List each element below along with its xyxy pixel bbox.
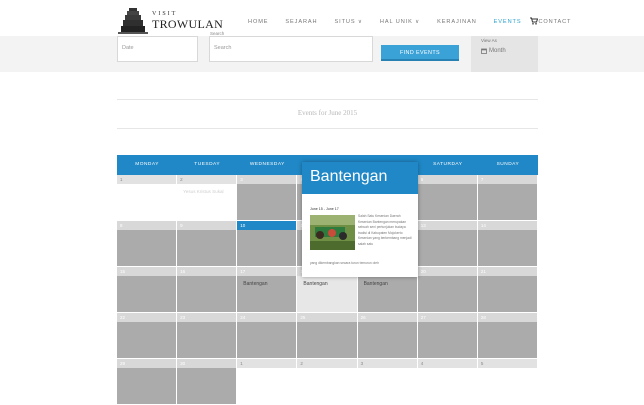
event-link[interactable]: Bantengan bbox=[303, 281, 327, 287]
calendar-day-cell[interactable]: 25 bbox=[297, 313, 357, 358]
calendar-day-cell[interactable]: 24 bbox=[237, 313, 297, 358]
calendar-day-cell[interactable]: 10 bbox=[237, 221, 297, 266]
event-link[interactable]: Bantengan bbox=[364, 281, 388, 287]
calendar-day-cell[interactable]: 29 bbox=[117, 359, 177, 404]
weekday-label: WEDNESDAY bbox=[249, 162, 285, 167]
day-number: 17 bbox=[237, 267, 297, 276]
day-number: 20 bbox=[417, 267, 477, 276]
day-number: 10 bbox=[237, 221, 297, 230]
cart-icon[interactable] bbox=[530, 17, 538, 25]
event-search-bar: Date Search Search FIND EVENTS View As M… bbox=[0, 31, 644, 72]
nav-home[interactable]: HOME bbox=[248, 19, 268, 25]
day-number: 25 bbox=[297, 313, 357, 322]
calendar-icon bbox=[481, 48, 487, 54]
day-number: 3 bbox=[357, 359, 417, 368]
day-number: 30 bbox=[177, 359, 237, 368]
calendar-day-cell[interactable]: 17 Bantengan bbox=[237, 267, 297, 312]
calendar-day-cell[interactable]: 6 bbox=[417, 175, 477, 220]
calendar-day-cell[interactable]: 3 bbox=[237, 175, 297, 220]
calendar-day-cell[interactable]: 21 bbox=[477, 267, 537, 312]
calendar-day-cell[interactable]: 4 bbox=[417, 359, 477, 404]
calendar-day-cell[interactable]: 23 bbox=[177, 313, 237, 358]
tooltip-description: Salah Satu Kesenian Daerah Kesenian Bant… bbox=[358, 214, 412, 246]
tooltip-description-cont: yang dikembangkan secara turun temurun o… bbox=[310, 261, 379, 265]
day-number: 14 bbox=[477, 221, 537, 230]
calendar-day-cell[interactable]: 16 bbox=[177, 267, 237, 312]
date-input[interactable]: Date bbox=[117, 36, 198, 62]
calendar-day-cell[interactable]: 20 bbox=[417, 267, 477, 312]
weekday-label: SATURDAY bbox=[433, 162, 463, 167]
day-number: 7 bbox=[477, 175, 537, 184]
day-number: 29 bbox=[117, 359, 177, 368]
day-number: 22 bbox=[117, 313, 177, 322]
day-number: 2 bbox=[297, 359, 357, 368]
tooltip-title: Bantengan bbox=[302, 162, 418, 194]
temple-logo-icon bbox=[118, 8, 148, 34]
calendar-day-cell[interactable]: 3 bbox=[357, 359, 417, 404]
event-link[interactable]: Yesus Kristus Sukal bbox=[183, 189, 223, 194]
day-number: 23 bbox=[177, 313, 237, 322]
view-as-label: View As bbox=[481, 38, 497, 43]
calendar-day-cell[interactable]: 26 bbox=[357, 313, 417, 358]
calendar-day-cell[interactable]: 9 bbox=[177, 221, 237, 266]
event-thumbnail-image bbox=[310, 215, 355, 250]
calendar-day-cell[interactable]: 30 bbox=[177, 359, 237, 404]
weekday-label: MONDAY bbox=[135, 162, 159, 167]
nav-kerajinan[interactable]: KERAJINAN bbox=[437, 19, 477, 25]
day-number: 15 bbox=[117, 267, 177, 276]
day-number: 5 bbox=[477, 359, 537, 368]
weekday-label: SUNDAY bbox=[496, 162, 520, 167]
search-input[interactable]: Search bbox=[209, 36, 373, 62]
view-as-selector[interactable]: View As Month bbox=[471, 36, 538, 72]
nav-contact[interactable]: CONTACT bbox=[538, 19, 571, 25]
divider bbox=[117, 99, 538, 100]
day-number: 26 bbox=[357, 313, 417, 322]
calendar-day-cell[interactable]: 27 bbox=[417, 313, 477, 358]
site-header: VISIT TROWULAN HOME SEJARAH SITUS ∨ HAL … bbox=[0, 0, 644, 36]
day-number: 24 bbox=[237, 313, 297, 322]
day-number: 2 bbox=[177, 175, 237, 184]
event-tooltip: Bantengan June 15 - June 17 Salah Satu K… bbox=[302, 162, 418, 277]
nav-sejarah[interactable]: SEJARAH bbox=[285, 19, 317, 25]
calendar-day-cell[interactable]: 15 bbox=[117, 267, 177, 312]
day-number: 4 bbox=[417, 359, 477, 368]
site-logo[interactable]: VISIT TROWULAN bbox=[118, 6, 223, 34]
calendar-day-cell[interactable]: 2 bbox=[297, 359, 357, 404]
main-nav: HOME SEJARAH SITUS ∨ HAL UNIK ∨ KERAJINA… bbox=[248, 17, 588, 25]
day-number: 21 bbox=[477, 267, 537, 276]
nav-events[interactable]: EVENTS bbox=[494, 19, 522, 25]
calendar-day-cell[interactable]: 2 Yesus Kristus Sukal bbox=[177, 175, 237, 220]
calendar-day-cell[interactable]: 28 bbox=[477, 313, 537, 358]
day-number: 3 bbox=[237, 175, 297, 184]
day-number: 28 bbox=[477, 313, 537, 322]
logo-name-text: TROWULAN bbox=[152, 17, 224, 31]
calendar-day-cell[interactable]: 1 bbox=[117, 175, 177, 220]
view-as-value: Month bbox=[489, 48, 506, 54]
nav-hal-unik[interactable]: HAL UNIK ∨ bbox=[380, 19, 420, 25]
day-number: 6 bbox=[417, 175, 477, 184]
nav-situs[interactable]: SITUS ∨ bbox=[335, 19, 363, 25]
calendar-day-cell[interactable]: 1 bbox=[237, 359, 297, 404]
day-number: 16 bbox=[177, 267, 237, 276]
day-number: 8 bbox=[117, 221, 177, 230]
event-link[interactable]: Bantengan bbox=[243, 281, 267, 287]
calendar-day-cell[interactable]: 5 bbox=[477, 359, 537, 404]
day-number: 9 bbox=[177, 221, 237, 230]
day-number: 1 bbox=[117, 175, 177, 184]
find-events-button[interactable]: FIND EVENTS bbox=[381, 45, 459, 61]
weekday-label: TUESDAY bbox=[194, 162, 221, 167]
events-title: Events for June 2015 bbox=[297, 109, 358, 117]
calendar-day-cell[interactable]: 14 bbox=[477, 221, 537, 266]
calendar-day-cell[interactable]: 22 bbox=[117, 313, 177, 358]
day-number: 27 bbox=[417, 313, 477, 322]
day-number: 1 bbox=[237, 359, 297, 368]
tooltip-date: June 15 - June 17 bbox=[310, 207, 339, 211]
divider bbox=[117, 128, 538, 129]
calendar-day-cell[interactable]: 8 bbox=[117, 221, 177, 266]
calendar-day-cell[interactable]: 13 bbox=[417, 221, 477, 266]
day-number: 13 bbox=[417, 221, 477, 230]
calendar-day-cell[interactable]: 7 bbox=[477, 175, 537, 220]
